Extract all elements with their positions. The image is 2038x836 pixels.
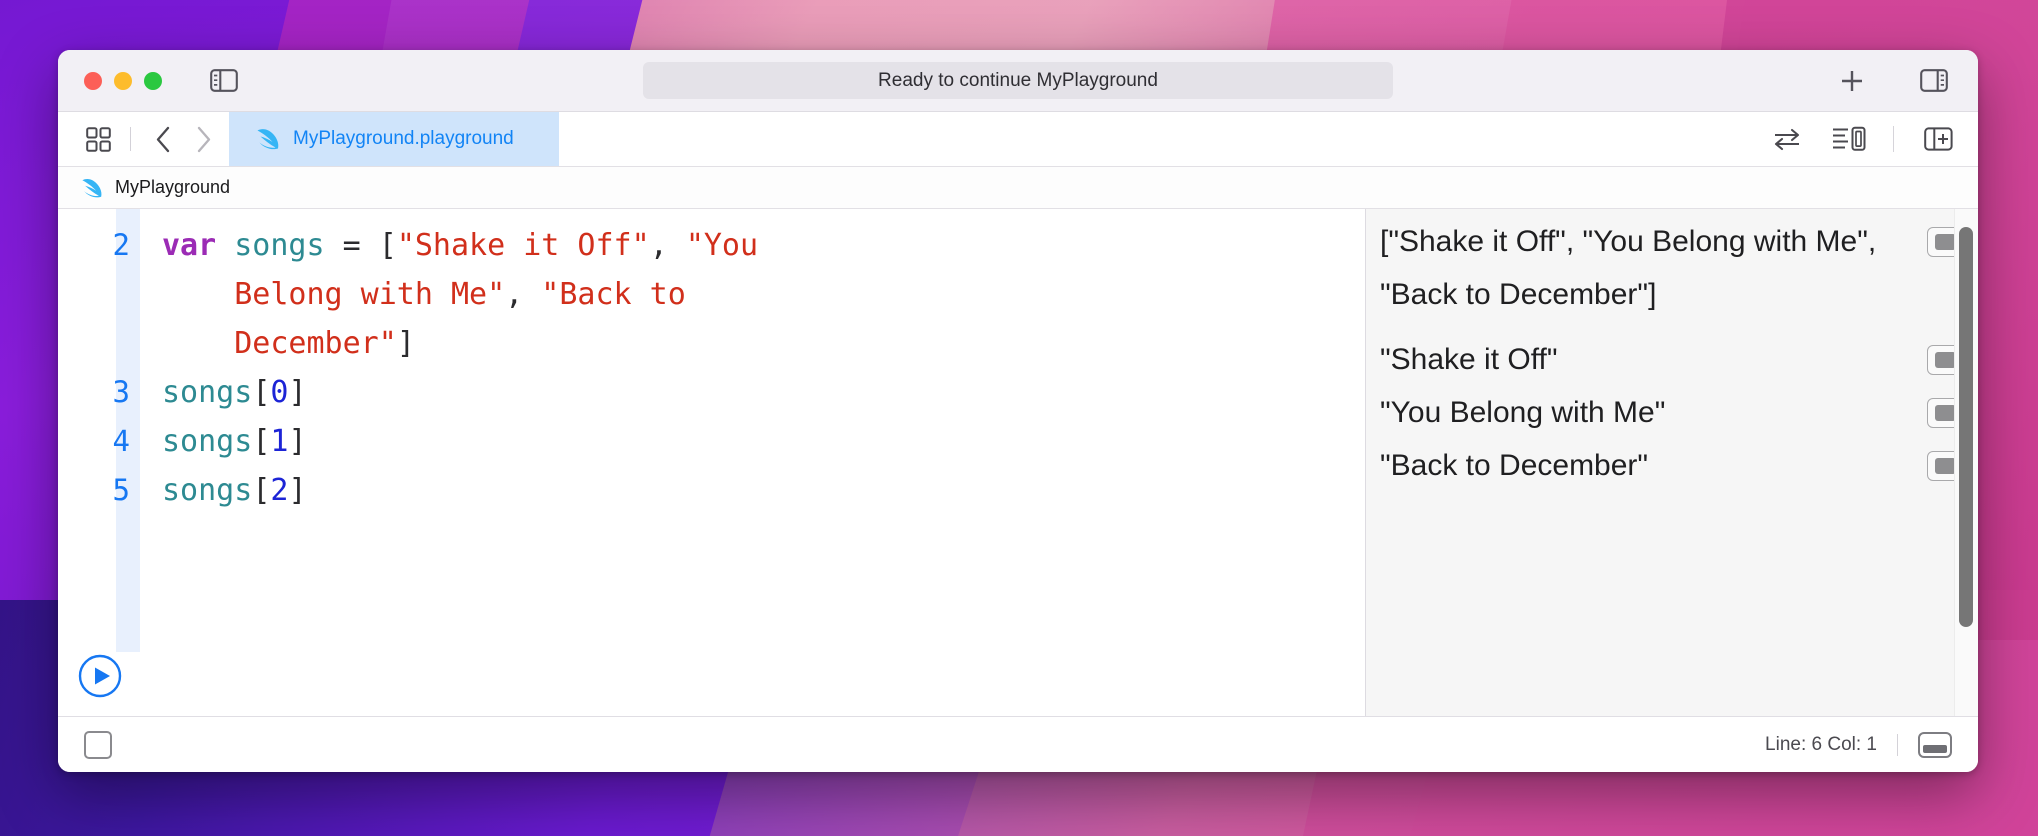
add-editor-icon[interactable]: [1920, 121, 1956, 157]
bottom-status-bar: Line: 6 Col: 1: [58, 716, 1978, 772]
line-number: 2: [112, 228, 130, 262]
swift-bird-icon: [80, 177, 104, 199]
divider: [130, 127, 131, 151]
status-field[interactable]: Ready to continue MyPlayground: [643, 62, 1393, 99]
code-token: songs: [162, 424, 253, 459]
result-row[interactable]: "You Belong with Me": [1366, 386, 1978, 439]
code-token: ,: [649, 228, 686, 263]
breadcrumb[interactable]: MyPlayground: [58, 167, 1978, 209]
close-button[interactable]: [84, 71, 102, 90]
result-row[interactable]: "Shake it Off": [1366, 333, 1978, 386]
run-playground-button[interactable]: [78, 654, 122, 698]
minimize-button[interactable]: [114, 71, 132, 90]
result-value: "Shake it Off": [1380, 343, 1558, 376]
code-token: songs: [162, 375, 253, 410]
scrollbar-thumb[interactable]: [1959, 227, 1973, 627]
code-token: songs: [162, 473, 253, 508]
line-number: 4: [112, 424, 130, 458]
tab-bar-left-controls: [58, 112, 229, 166]
tab-myplayground[interactable]: MyPlayground.playground: [229, 112, 559, 166]
tab-grid-icon[interactable]: [80, 121, 116, 157]
swift-bird-icon: [255, 127, 281, 151]
code-token: var: [162, 228, 217, 263]
code-token: [: [252, 473, 271, 508]
window-titlebar: Ready to continue MyPlayground: [58, 50, 1978, 112]
results-scrollbar[interactable]: [1954, 209, 1978, 716]
result-row[interactable]: "Back to December": [1366, 439, 1978, 492]
desktop-wallpaper: Ready to continue MyPlayground MyPlaygro…: [0, 0, 2038, 836]
divider: [1893, 126, 1894, 152]
code-line: songs[1]: [162, 417, 1365, 466]
code-pane[interactable]: 2 3 4 5 var songs = ["Shake it Off", "Yo…: [58, 209, 1366, 716]
status-bar-right: Line: 6 Col: 1: [1765, 731, 1952, 758]
breadcrumb-label: MyPlayground: [115, 177, 231, 197]
debug-area-toggle-button[interactable]: [1918, 731, 1952, 758]
divider: [1897, 733, 1898, 756]
code-token: "Shake it Off": [396, 228, 650, 263]
code-token: = [: [324, 228, 397, 263]
line-column-indicator: Line: 6 Col: 1: [1765, 733, 1877, 755]
xcode-window: Ready to continue MyPlayground MyPlaygro…: [58, 50, 1978, 772]
code-text[interactable]: var songs = ["Shake it Off", "You Belong…: [140, 209, 1365, 716]
zoom-button[interactable]: [144, 71, 162, 90]
code-token: 2: [270, 473, 289, 508]
code-token: ,: [505, 277, 542, 312]
plus-icon[interactable]: [1832, 64, 1872, 98]
code-token: 1: [270, 424, 289, 459]
line-number: 5: [112, 473, 130, 507]
result-row[interactable]: ["Shake it Off", "You Belong with Me", "…: [1366, 215, 1978, 321]
code-token: songs: [234, 228, 325, 263]
result-value: "Back to December": [1380, 449, 1649, 482]
left-sidebar-toggle-icon[interactable]: [204, 64, 244, 98]
code-line: songs[0]: [162, 368, 1365, 417]
result-value: ["Shake it Off", "You Belong with Me", "…: [1380, 225, 1877, 311]
line-number: 3: [112, 375, 130, 409]
line-number-gutter: 2 3 4 5: [58, 209, 140, 716]
code-token: ]: [396, 326, 415, 361]
code-token: ]: [288, 375, 307, 410]
titlebar-right-controls: [1832, 64, 1954, 98]
swap-editor-icon[interactable]: [1769, 121, 1805, 157]
code-token: [: [252, 375, 271, 410]
code-token: 0: [270, 375, 289, 410]
results-sidebar: ["Shake it Off", "You Belong with Me", "…: [1366, 209, 1978, 716]
code-line: var songs = ["Shake it Off", "You Belong…: [162, 221, 1365, 368]
back-chevron-icon[interactable]: [145, 121, 181, 157]
code-token: ]: [288, 424, 307, 459]
tab-bar: MyPlayground.playground: [58, 112, 1978, 167]
editor-area: 2 3 4 5 var songs = ["Shake it Off", "Yo…: [58, 209, 1978, 716]
code-token: ]: [288, 473, 307, 508]
line-numbers: 2 3 4 5: [58, 209, 140, 515]
code-token: [: [252, 424, 271, 459]
traffic-lights: [84, 71, 162, 90]
status-text: Ready to continue MyPlayground: [878, 69, 1158, 91]
tab-label: MyPlayground.playground: [293, 128, 514, 149]
result-value: "You Belong with Me": [1380, 396, 1666, 429]
forward-chevron-icon[interactable]: [185, 121, 221, 157]
editor-options-icon[interactable]: [1831, 121, 1867, 157]
console-toggle-button[interactable]: [84, 730, 112, 759]
tab-bar-right-controls: [1769, 112, 1956, 166]
code-line: songs[2]: [162, 466, 1365, 515]
right-sidebar-toggle-icon[interactable]: [1914, 64, 1954, 98]
